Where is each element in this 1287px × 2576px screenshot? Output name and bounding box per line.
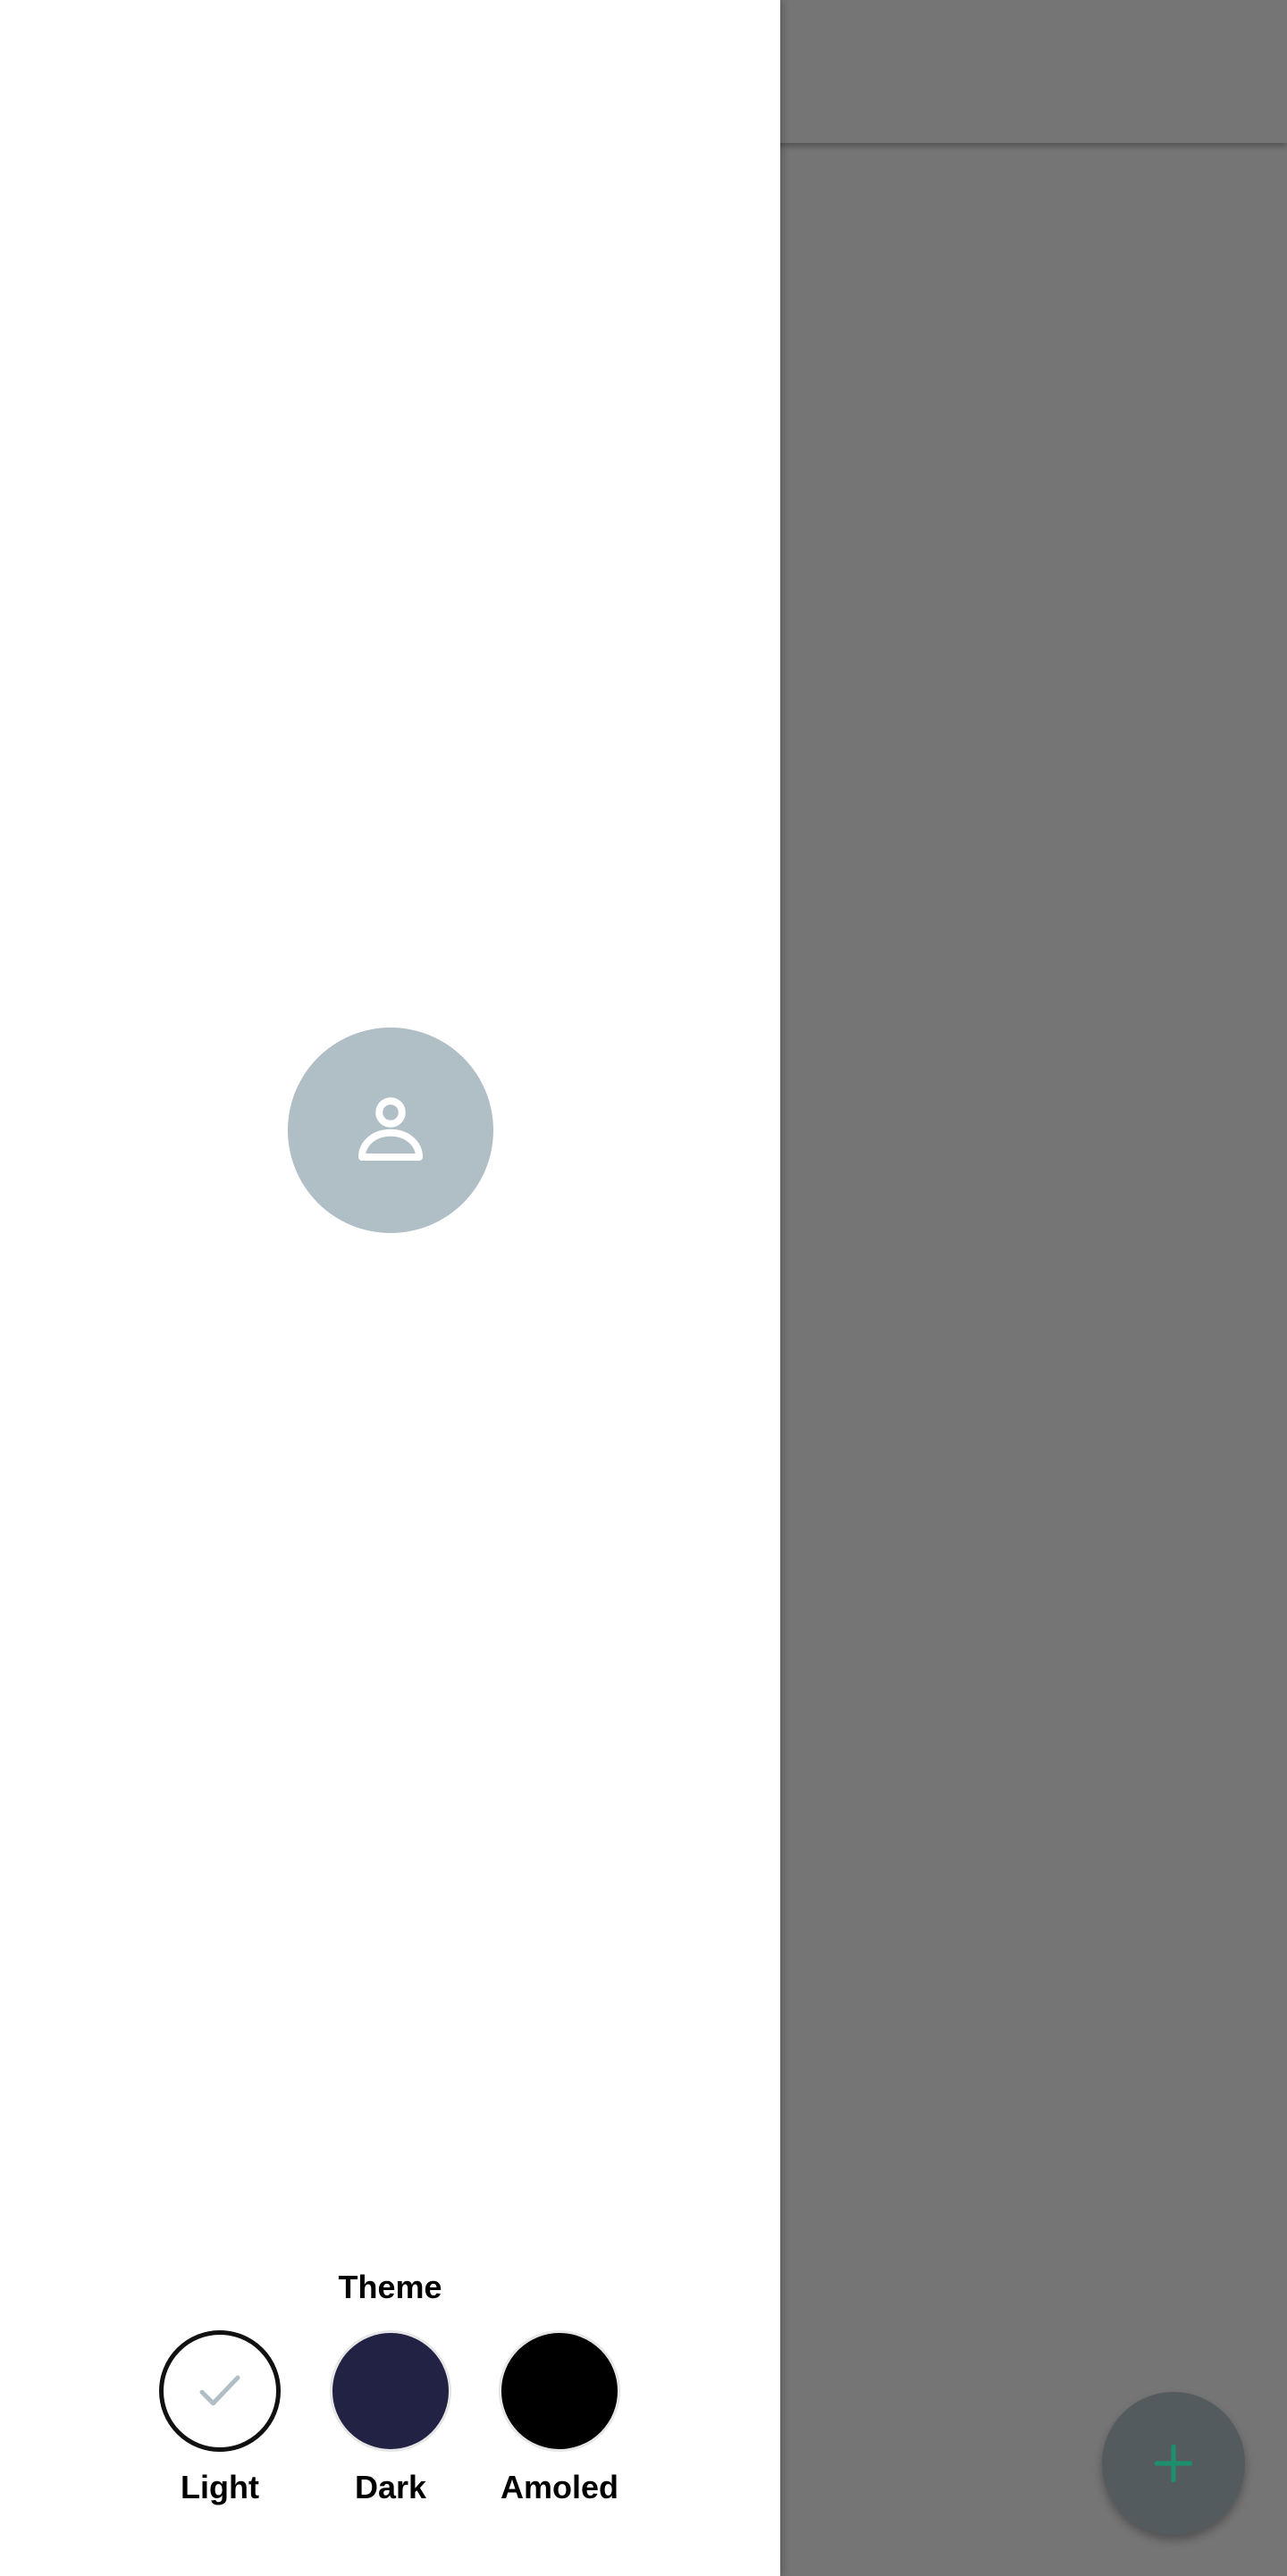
theme-label-amoled: Amoled <box>500 2469 618 2505</box>
amoled-theme-swatch[interactable] <box>499 2330 620 2452</box>
theme-label-dark: Dark <box>354 2469 427 2505</box>
check-icon <box>199 2375 240 2406</box>
light-theme-swatch[interactable] <box>159 2330 281 2452</box>
plus-icon <box>1154 2444 1193 2483</box>
theme-options: Light Dark Amoled <box>0 2330 780 2536</box>
theme-section: Theme Light Dark Amoled <box>0 2261 780 2505</box>
theme-label-light: Light <box>181 2469 259 2505</box>
theme-option-amoled[interactable]: Amoled <box>484 2330 635 2507</box>
dark-theme-swatch[interactable] <box>330 2330 451 2452</box>
navigation-drawer: Theme Light Dark Amoled <box>0 0 780 2576</box>
avatar[interactable] <box>288 1028 493 1233</box>
theme-option-light[interactable]: Light <box>144 2330 296 2507</box>
theme-option-dark[interactable]: Dark <box>315 2330 467 2507</box>
person-icon <box>358 1097 423 1161</box>
add-fab-button[interactable] <box>1102 2392 1245 2535</box>
screen: Theme Light Dark Amoled <box>0 0 1287 2576</box>
theme-title: Theme <box>338 2269 442 2305</box>
